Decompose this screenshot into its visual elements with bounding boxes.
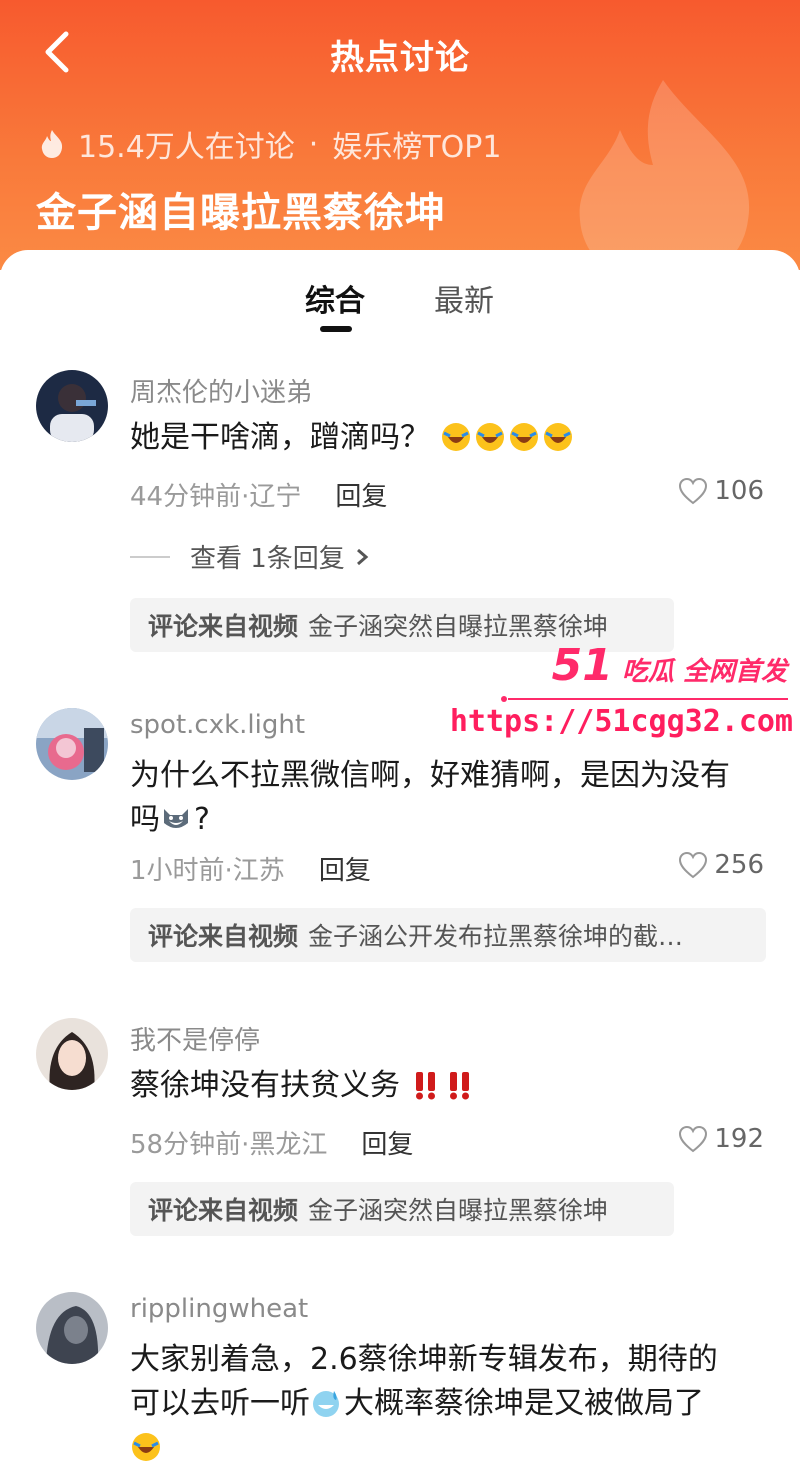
source-label: 评论来自视频 [148,1196,299,1225]
tab-bar: 综合 最新 [0,270,800,340]
meta-separator: · [308,126,319,162]
comment-time-location: 58分钟前·黑龙江 [130,1130,328,1160]
avatar[interactable] [36,1018,108,1090]
laugh-cry-emoji-icon [132,1433,160,1461]
tab-comprehensive[interactable]: 综合 [305,276,365,320]
comment-meta: 44分钟前·辽宁 回复 [130,476,387,513]
comment-meta: 1小时前·江苏 回复 [130,850,371,887]
comment-username[interactable]: spot.cxk.light [130,710,305,740]
sweat-grin-emoji-icon [313,1391,339,1417]
heart-icon [679,1125,708,1153]
like-button[interactable]: 256 [678,850,764,880]
source-label: 评论来自视频 [148,612,299,641]
source-title: 金子涵突然自曝拉黑蔡徐坤 [308,1196,609,1225]
divider-line [130,555,170,558]
source-title: 金子涵突然自曝拉黑蔡徐坤 [308,612,609,641]
like-count: 192 [714,1124,764,1154]
avatar[interactable] [36,1292,108,1364]
comment-username[interactable]: 周杰伦的小迷弟 [130,372,312,409]
like-button[interactable]: 106 [678,476,764,506]
laugh-cry-emoji-icon [441,423,470,451]
comment-time-location: 1小时前·江苏 [130,856,285,886]
reply-button[interactable]: 回复 [335,476,387,513]
discussion-meta: 15.4万人在讨论 · 娱乐榜TOP1 [36,122,501,166]
comment-text: 大家别着急，2.6蔡徐坤新专辑发布，期待的 可以去听一听 大概率蔡徐坤是又被做局了 [130,1338,770,1470]
comment-time-location: 44分钟前·辽宁 [130,482,302,512]
comment-username[interactable]: ripplingwheat [130,1294,308,1324]
watermark-slogan: 吃瓜 全网首发 [621,657,787,687]
laugh-cry-emoji-icon [543,423,572,451]
watermark-line [501,696,788,702]
comment-body-line2a: 可以去听一听 [130,1386,310,1421]
comment-text: 她是干啥滴，蹭滴吗？ [130,416,770,460]
page-title: 热点讨论 [330,38,470,78]
laugh-cry-emoji-icon [509,423,538,451]
husky-face-emoji-icon [164,809,188,828]
comment-body-line2b: 大概率蔡徐坤是又被做局了 [344,1386,704,1421]
avatar[interactable] [36,370,108,442]
comment-meta: 58分钟前·黑龙江 回复 [130,1124,413,1161]
comment-body-line1: 为什么不拉黑微信啊，好难猜啊，是因为没有 [130,758,730,793]
comment-body-line2: 吗 [130,802,160,837]
fire-icon [41,130,63,158]
tab-latest[interactable]: 最新 [434,276,494,320]
topic-title: 金子涵自曝拉黑蔡徐坤 [36,190,446,236]
comment-body: 蔡徐坤没有扶贫义务 [130,1068,400,1103]
source-video-chip[interactable]: 评论来自视频 金子涵公开发布拉黑蔡徐坤的截… [130,908,766,962]
like-count: 256 [714,850,764,880]
source-label: 评论来自视频 [148,922,299,951]
view-replies-link[interactable]: 查看 1条回复 [130,538,371,575]
tab-active-indicator [320,326,352,332]
comment-text: 为什么不拉黑微信啊，好难猜啊，是因为没有 吗? [130,754,770,842]
comment-body-line2-tail: ? [194,802,210,837]
heart-icon [679,851,708,879]
watermark: 51 吃瓜 全网首发 https://51cgg32.com [450,640,795,750]
comment-text: 蔡徐坤没有扶贫义务 [130,1064,770,1108]
view-replies-label: 查看 1条回复 [190,544,345,574]
watermark-logo: 51 吃瓜 全网首发 [552,640,787,691]
heart-icon [679,477,708,505]
discussion-count: 15.4万人在讨论 [78,130,295,165]
comment-body: 她是干啥滴，蹭滴吗？ [130,420,430,455]
comment-body-line1: 大家别着急，2.6蔡徐坤新专辑发布，期待的 [130,1342,718,1377]
like-count: 106 [714,476,764,506]
chevron-right-icon [356,548,369,565]
watermark-number: 51 [551,640,613,691]
comment-username[interactable]: 我不是停停 [130,1020,260,1057]
laugh-cry-emoji-icon [475,423,504,451]
source-title: 金子涵公开发布拉黑蔡徐坤的截… [308,922,684,951]
source-video-chip[interactable]: 评论来自视频 金子涵突然自曝拉黑蔡徐坤 [130,1182,674,1236]
double-exclamation-icon [449,1072,469,1100]
watermark-url: https://51cgg32.com [449,704,793,739]
flame-background-icon [579,80,750,270]
like-button[interactable]: 192 [678,1124,764,1154]
double-exclamation-icon [415,1072,435,1100]
avatar[interactable] [36,708,108,780]
rank-badge[interactable]: 娱乐榜TOP1 [332,122,501,166]
reply-button[interactable]: 回复 [361,1124,413,1161]
topic-header: 热点讨论 15.4万人在讨论 · 娱乐榜TOP1 金子涵自曝拉黑蔡徐坤 [0,0,800,270]
reply-button[interactable]: 回复 [319,850,371,887]
